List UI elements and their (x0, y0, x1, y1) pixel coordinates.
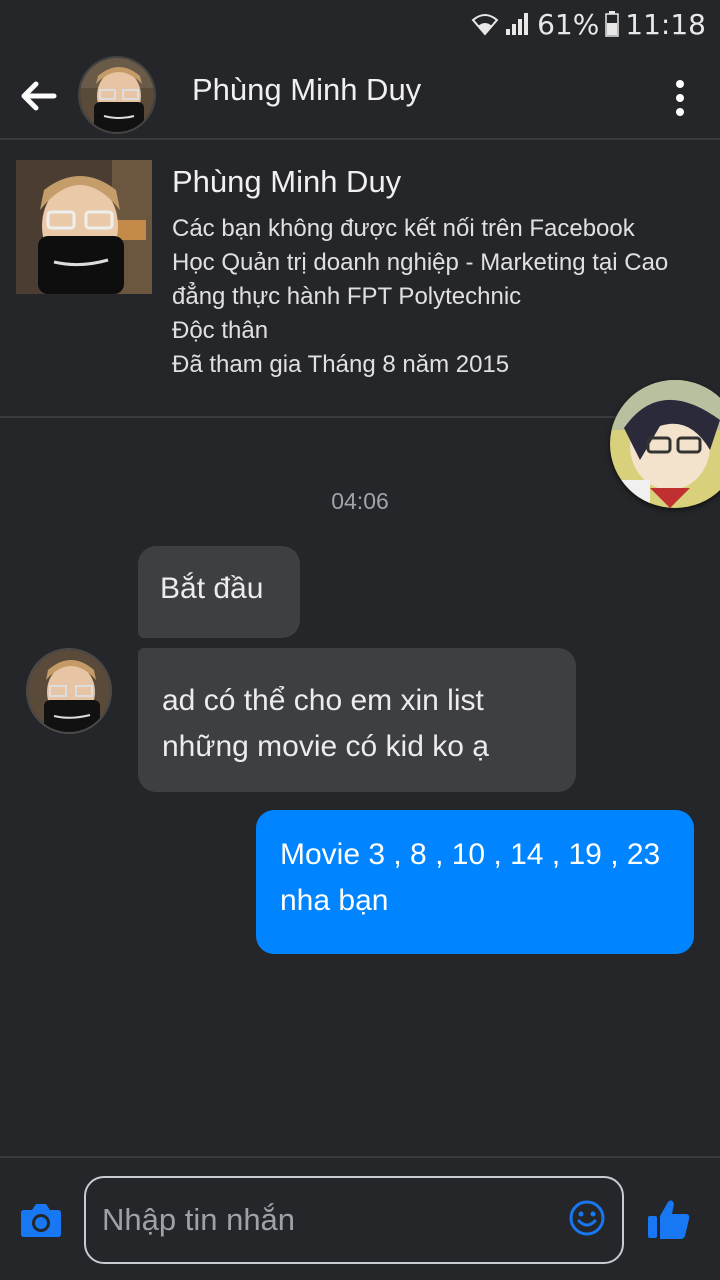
sender-avatar-image (28, 650, 110, 732)
contact-avatar[interactable] (78, 56, 156, 134)
profile-info: Phùng Minh Duy Các bạn không được kết nố… (172, 164, 710, 382)
status-bar: 61% 11:18 (0, 0, 720, 48)
conversation-header: Phùng Minh Duy (0, 48, 720, 140)
message-timestamp: 04:06 (331, 488, 389, 514)
connection-status: Các bạn không được kết nối trên Facebook (172, 215, 635, 242)
back-arrow-icon[interactable] (18, 76, 58, 116)
thumbs-up-icon[interactable] (646, 1196, 692, 1242)
battery-percent: 61% (537, 7, 600, 41)
battery-icon (605, 11, 620, 37)
sender-avatar[interactable] (26, 648, 112, 734)
clock: 11:18 (625, 7, 706, 41)
message-input[interactable] (102, 1196, 542, 1244)
emoji-icon[interactable] (568, 1199, 606, 1237)
profile-summary: Phùng Minh Duy Các bạn không được kết nố… (0, 140, 720, 418)
incoming-message[interactable]: ad có thể cho em xin list những movie có… (138, 648, 576, 792)
relationship-status: Độc thân (172, 317, 269, 344)
wifi-icon (471, 14, 499, 36)
message-composer (0, 1156, 720, 1280)
profile-name: Phùng Minh Duy (172, 164, 402, 199)
profile-image (16, 160, 152, 294)
profile-photo[interactable] (16, 160, 152, 294)
camera-icon[interactable] (20, 1202, 62, 1238)
more-vertical-icon[interactable] (666, 78, 694, 118)
incoming-message[interactable]: Bắt đầu (138, 546, 300, 638)
avatar-image (80, 58, 154, 132)
education-info: Học Quản trị doanh nghiệp - Marketing tạ… (172, 249, 669, 310)
outgoing-message[interactable]: Movie 3 , 8 , 10 , 14 , 19 , 23 nha bạn (256, 810, 694, 954)
contact-name[interactable]: Phùng Minh Duy (192, 72, 421, 108)
message-input-box[interactable] (84, 1176, 624, 1264)
status-indicators: 61% 11:18 (471, 6, 706, 42)
signal-icon (506, 13, 529, 35)
joined-date: Đã tham gia Tháng 8 năm 2015 (172, 351, 510, 378)
